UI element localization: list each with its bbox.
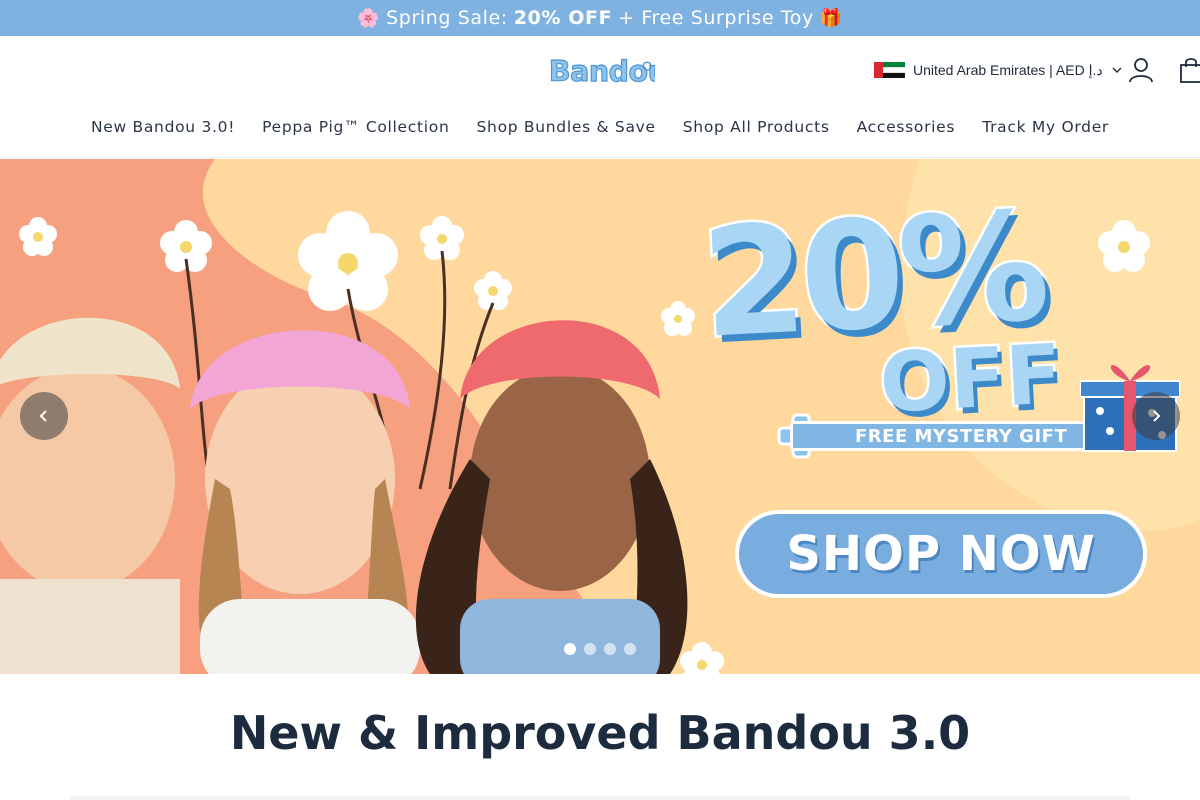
slide-pagination	[564, 643, 636, 655]
next-slide-button[interactable]	[1132, 392, 1180, 440]
slide-dot-3[interactable]	[604, 643, 616, 655]
announcement-bar: 🌸 Spring Sale: 20% OFF + Free Surprise T…	[0, 0, 1200, 36]
free-gift-banner: FREE MYSTERY GIFT	[790, 421, 1090, 451]
chevron-down-icon	[1112, 67, 1122, 73]
chevron-right-icon	[1153, 410, 1161, 422]
announcement-highlight: 20% OFF	[513, 7, 613, 29]
slide-dot-2[interactable]	[584, 643, 596, 655]
uae-flag-icon	[874, 62, 905, 79]
chevron-left-icon	[39, 410, 47, 422]
shopping-bag-icon[interactable]	[1176, 55, 1200, 85]
shop-now-button[interactable]: SHOP NOW	[735, 510, 1147, 598]
locale-label: United Arab Emirates | AED د.إ	[913, 61, 1103, 78]
nav-bundles[interactable]: Shop Bundles & Save	[477, 118, 656, 136]
svg-text:Bandou: Bandou	[549, 55, 655, 88]
nav-all-products[interactable]: Shop All Products	[683, 118, 830, 136]
brand-logo[interactable]: Bandou	[545, 50, 655, 90]
nav-new-bandou[interactable]: New Bandou 3.0!	[91, 118, 235, 136]
nav-accessories[interactable]: Accessories	[857, 118, 956, 136]
gift-emoji-icon: 🎁	[819, 7, 843, 29]
nav-track-order[interactable]: Track My Order	[982, 118, 1109, 136]
section-title: New & Improved Bandou 3.0	[229, 706, 971, 760]
free-gift-text: FREE MYSTERY GIFT	[855, 425, 1068, 447]
hero-slideshow[interactable]: 20% OFF FREE MYSTERY GIFT SHOP NOW	[0, 159, 1200, 674]
nav-peppa-pig[interactable]: Peppa Pig™ Collection	[262, 118, 449, 136]
main-navigation: New Bandou 3.0! Peppa Pig™ Collection Sh…	[0, 112, 1200, 142]
slide-dot-4[interactable]	[624, 643, 636, 655]
announcement-tail: + Free Surprise Toy	[618, 7, 814, 29]
flower-emoji-icon: 🌸	[357, 7, 381, 29]
slide-dot-1[interactable]	[564, 643, 576, 655]
section-divider	[70, 796, 1130, 800]
previous-slide-button[interactable]	[20, 392, 68, 440]
site-header: Bandou United Arab Emirates | AED د.إ Ne…	[0, 36, 1200, 158]
user-icon[interactable]	[1126, 55, 1156, 85]
discount-off-label: OFF	[875, 325, 1066, 434]
country-currency-selector[interactable]: United Arab Emirates | AED د.إ	[874, 60, 1123, 80]
announcement-lead: Spring Sale:	[386, 7, 508, 29]
